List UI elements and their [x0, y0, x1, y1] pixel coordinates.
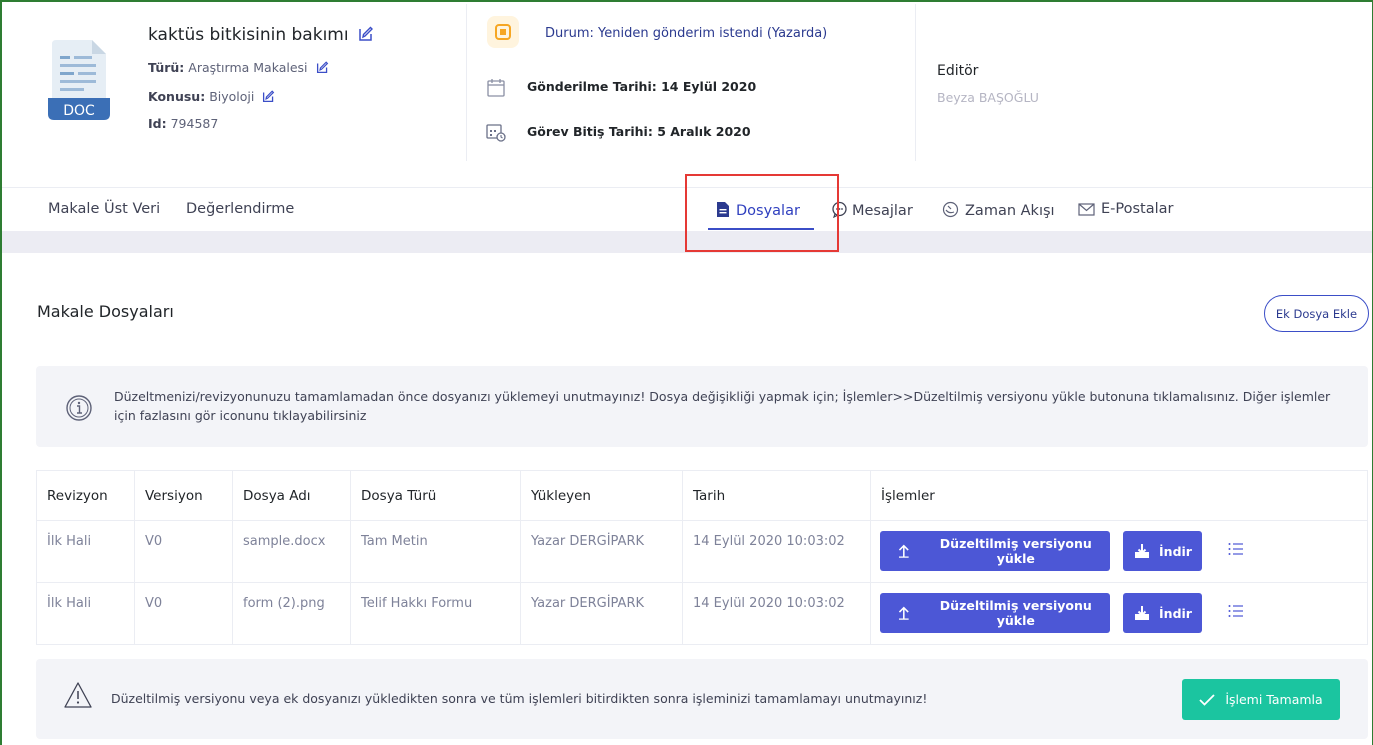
tab-label: Zaman Akışı	[965, 203, 1055, 219]
article-subject-row: Konusu: Biyoloji	[148, 89, 275, 104]
column-header: Yükleyen	[520, 470, 683, 521]
complete-process-button[interactable]: İşlemi Tamamla	[1182, 679, 1340, 720]
editor-name: Beyza BAŞOĞLU	[937, 90, 1039, 105]
file-name-cell: sample.docx	[232, 520, 351, 583]
upload-label: Düzeltilmiş versiyonu yükle	[939, 598, 1092, 628]
download-label: İndir	[1159, 543, 1192, 559]
date-cell: 14 Eylül 2020 10:03:02	[682, 520, 871, 583]
id-value: 794587	[170, 116, 219, 131]
id-label: Id:	[148, 116, 167, 131]
tab-metadata[interactable]: Makale Üst Veri	[48, 201, 160, 217]
upload-arrow-icon	[898, 544, 909, 558]
type-label: Türü:	[148, 60, 185, 75]
timeline-icon	[942, 201, 959, 218]
tab-label: Mesajlar	[852, 203, 913, 219]
doc-icon-label: DOC	[63, 103, 95, 119]
subject-value: Biyoloji	[209, 89, 255, 104]
upload-revision-button[interactable]: Düzeltilmiş versiyonu yükle	[880, 531, 1110, 571]
header-divider	[915, 4, 916, 161]
column-header: Dosya Adı	[232, 470, 351, 521]
column-header: Versiyon	[134, 470, 233, 521]
table-row: İlk Hali V0 sample.docx Tam Metin Yazar …	[36, 520, 1368, 583]
submitted-date: Gönderilme Tarihi: 14 Eylül 2020	[527, 79, 757, 94]
article-type-row: Türü: Araştırma Makalesi	[148, 60, 329, 75]
edit-subject-icon[interactable]	[262, 90, 275, 103]
calendar-clock-icon	[486, 124, 506, 142]
article-id-row: Id: 794587	[148, 116, 218, 131]
version-cell: V0	[134, 582, 233, 645]
highlight-annotation	[685, 174, 839, 252]
editor-label: Editör	[937, 63, 979, 79]
column-header: Tarih	[682, 470, 871, 521]
tab-timeline[interactable]: Zaman Akışı	[942, 201, 1055, 219]
doc-file-icon: DOC	[48, 40, 110, 120]
download-icon	[1135, 544, 1150, 558]
deadline-date: Görev Bitiş Tarihi: 5 Aralık 2020	[527, 124, 751, 139]
info-icon	[66, 395, 92, 421]
version-cell: V0	[134, 520, 233, 583]
page-frame: DOC kaktüs bitkisinin bakımı Türü: Araşt…	[0, 0, 1373, 745]
upload-label: Düzeltilmiş versiyonu yükle	[939, 536, 1092, 566]
check-shield-icon	[1199, 693, 1215, 706]
tab-label: Makale Üst Veri	[48, 201, 161, 217]
actions-cell: Düzeltilmiş versiyonu yükle İndir	[870, 582, 1368, 645]
complete-label: İşlemi Tamamla	[1225, 692, 1323, 707]
tab-label: E-Postalar	[1101, 201, 1174, 217]
file-name-cell: form (2).png	[232, 582, 351, 645]
revision-cell: İlk Hali	[36, 582, 135, 645]
more-options-icon[interactable]	[1228, 542, 1244, 556]
info-alert: Düzeltmenizi/revizyonunuzu tamamlamadan …	[36, 366, 1368, 447]
add-file-button[interactable]: Ek Dosya Ekle	[1264, 295, 1369, 332]
column-header: İşlemler	[870, 470, 1368, 521]
revision-cell: İlk Hali	[36, 520, 135, 583]
table-row: İlk Hali V0 form (2).png Telif Hakkı For…	[36, 582, 1368, 645]
download-button[interactable]: İndir	[1123, 593, 1202, 633]
info-text: Düzeltmenizi/revizyonunuzu tamamlamadan …	[114, 389, 1331, 423]
article-title: kaktüs bitkisinin bakımı	[148, 25, 374, 45]
tab-review[interactable]: Değerlendirme	[186, 201, 294, 217]
article-title-text: kaktüs bitkisinin bakımı	[148, 25, 349, 45]
uploader-cell: Yazar DERGİPARK	[520, 582, 683, 645]
warning-icon	[64, 682, 92, 708]
header-divider	[466, 4, 467, 161]
actions-cell: Düzeltilmiş versiyonu yükle İndir	[870, 520, 1368, 583]
upload-revision-button[interactable]: Düzeltilmiş versiyonu yükle	[880, 593, 1110, 633]
status-text: Durum: Yeniden gönderim istendi (Yazarda…	[545, 26, 828, 41]
column-header: Dosya Türü	[350, 470, 521, 521]
subject-label: Konusu:	[148, 89, 206, 104]
download-icon	[1135, 606, 1150, 620]
edit-type-icon[interactable]	[316, 61, 329, 74]
uploader-cell: Yazar DERGİPARK	[520, 520, 683, 583]
status-icon	[495, 24, 511, 40]
tab-label: Değerlendirme	[186, 201, 295, 217]
calendar-icon	[487, 79, 505, 97]
article-header: DOC kaktüs bitkisinin bakımı Türü: Araşt…	[2, 2, 1372, 188]
edit-title-icon[interactable]	[358, 26, 374, 42]
notice-text: Düzeltilmiş versiyonu veya ek dosyanızı …	[111, 691, 928, 706]
files-table: Revizyon Versiyon Dosya Adı Dosya Türü Y…	[36, 470, 1368, 645]
tab-emails[interactable]: E-Postalar	[1078, 201, 1174, 217]
envelope-icon	[1078, 203, 1095, 216]
type-value: Araştırma Makalesi	[188, 60, 308, 75]
download-button[interactable]: İndir	[1123, 531, 1202, 571]
upload-arrow-icon	[898, 606, 909, 620]
status-badge	[487, 16, 519, 48]
tab-messages[interactable]: Mesajlar	[831, 201, 913, 219]
file-type-cell: Tam Metin	[350, 520, 521, 583]
column-header: Revizyon	[36, 470, 135, 521]
section-title: Makale Dosyaları	[37, 302, 174, 321]
more-options-icon[interactable]	[1228, 604, 1244, 618]
table-header-row: Revizyon Versiyon Dosya Adı Dosya Türü Y…	[36, 470, 1368, 521]
file-type-cell: Telif Hakkı Formu	[350, 582, 521, 645]
download-label: İndir	[1159, 605, 1192, 621]
completion-notice: Düzeltilmiş versiyonu veya ek dosyanızı …	[36, 659, 1368, 739]
date-cell: 14 Eylül 2020 10:03:02	[682, 582, 871, 645]
